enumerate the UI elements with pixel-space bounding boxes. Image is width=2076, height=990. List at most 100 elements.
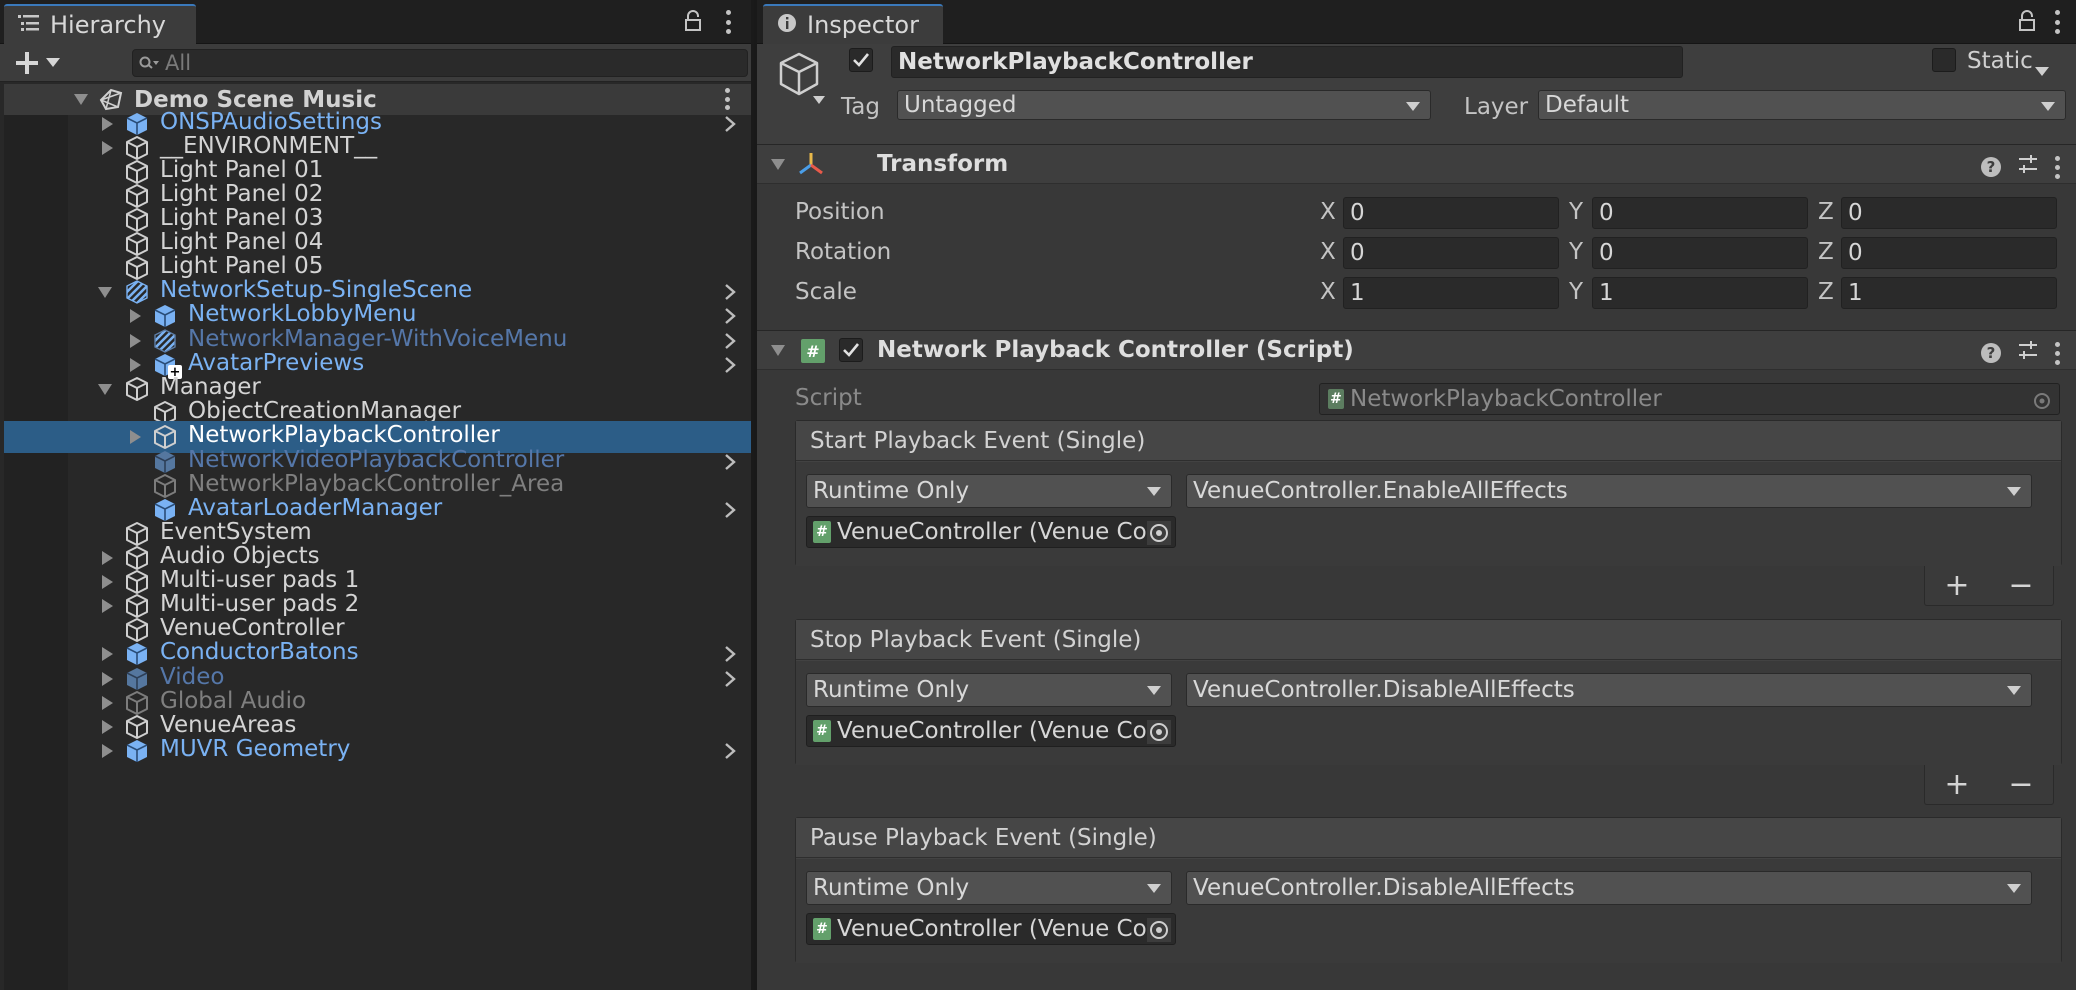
active-checkbox[interactable]: [849, 48, 873, 72]
expand-arrow-icon[interactable]: [102, 599, 113, 613]
create-button[interactable]: [14, 48, 70, 78]
target-object-field[interactable]: # VenueController (Venue Co: [806, 715, 1176, 747]
target-object-field[interactable]: # VenueController (Venue Co: [806, 913, 1176, 945]
chevron-right-icon[interactable]: [723, 452, 741, 472]
transform-z-field[interactable]: 1: [1841, 277, 2057, 309]
expand-arrow-icon[interactable]: [102, 551, 113, 565]
function-dropdown[interactable]: VenueController.DisableAllEffects: [1186, 673, 2032, 707]
layer-dropdown[interactable]: Default: [1538, 90, 2066, 120]
expand-arrow-icon[interactable]: [130, 430, 141, 444]
presets-icon[interactable]: [2017, 339, 2039, 367]
expand-arrow-icon[interactable]: [102, 672, 113, 686]
add-remove-listener-controls: + −: [1924, 765, 2054, 805]
axis-label[interactable]: Y: [1569, 239, 1583, 265]
search-input[interactable]: [165, 51, 705, 75]
help-icon[interactable]: ?: [1981, 343, 2001, 363]
chevron-right-icon[interactable]: [723, 669, 741, 689]
axis-label[interactable]: Y: [1569, 279, 1583, 305]
add-listener-button[interactable]: +: [1944, 568, 1969, 603]
transform-y-field[interactable]: 0: [1592, 237, 1808, 269]
hierarchy-search[interactable]: [132, 49, 748, 77]
function-dropdown[interactable]: VenueController.EnableAllEffects: [1186, 474, 2032, 508]
scene-menu-icon[interactable]: [725, 88, 733, 110]
axis-label[interactable]: Z: [1818, 199, 1834, 225]
axis-label[interactable]: Z: [1818, 279, 1834, 305]
runtime-mode-dropdown[interactable]: Runtime Only: [806, 871, 1172, 905]
chevron-right-icon[interactable]: [723, 114, 741, 134]
foldout-arrow-icon[interactable]: [771, 345, 785, 356]
object-picker-icon[interactable]: [1147, 720, 1171, 744]
presets-icon[interactable]: [2017, 153, 2039, 181]
hierarchy-menu-icon[interactable]: [724, 10, 732, 34]
transform-y-field[interactable]: 0: [1592, 197, 1808, 229]
expand-arrow-icon[interactable]: [102, 117, 113, 131]
expand-arrow-icon[interactable]: [130, 309, 141, 323]
component-menu-icon[interactable]: [2055, 155, 2060, 179]
expand-arrow-icon[interactable]: [74, 94, 88, 105]
chevron-right-icon[interactable]: [723, 500, 741, 520]
inspector-panel: Inspector NetworkPlaybackController Stat…: [757, 0, 2076, 990]
axis-label[interactable]: X: [1320, 279, 1336, 305]
chevron-right-icon[interactable]: [723, 282, 741, 302]
expand-arrow-icon[interactable]: [130, 358, 141, 372]
chevron-right-icon[interactable]: [723, 741, 741, 761]
transform-x-field[interactable]: 0: [1343, 197, 1559, 229]
collapse-arrow-icon[interactable]: [98, 384, 112, 395]
chevron-right-icon[interactable]: [723, 331, 741, 351]
script-enabled-checkbox[interactable]: [839, 338, 863, 362]
axis-label[interactable]: Z: [1818, 239, 1834, 265]
expand-arrow-icon[interactable]: [102, 744, 113, 758]
help-icon[interactable]: ?: [1981, 157, 2001, 177]
checkmark-icon: [843, 343, 860, 357]
runtime-mode-dropdown[interactable]: Runtime Only: [806, 474, 1172, 508]
function-dropdown[interactable]: VenueController.DisableAllEffects: [1186, 871, 2032, 905]
expand-arrow-icon[interactable]: [102, 720, 113, 734]
axis-label[interactable]: X: [1320, 239, 1336, 265]
expand-arrow-icon[interactable]: [102, 575, 113, 589]
transform-row-label: Position: [795, 199, 885, 225]
chevron-right-icon[interactable]: [723, 355, 741, 375]
transform-header[interactable]: Transform ?: [757, 144, 2076, 184]
object-picker-icon[interactable]: [1147, 521, 1171, 545]
static-dropdown-caret-icon[interactable]: [2035, 56, 2049, 82]
hierarchy-item[interactable]: MUVR Geometry: [4, 735, 751, 767]
static-checkbox[interactable]: [1932, 48, 1956, 72]
lock-icon[interactable]: [684, 10, 702, 32]
search-icon: [139, 56, 159, 69]
transform-z-field[interactable]: 0: [1841, 237, 2057, 269]
target-object-field[interactable]: # VenueController (Venue Co: [806, 516, 1176, 548]
axis-label[interactable]: X: [1320, 199, 1336, 225]
inspector-menu-icon[interactable]: [2053, 10, 2061, 34]
target-object-value: VenueController (Venue Co: [837, 718, 1147, 744]
unity-event-block: Pause Playback Event (Single) Runtime On…: [795, 817, 2062, 963]
hierarchy-toolbar: [0, 44, 751, 82]
object-name-field[interactable]: NetworkPlaybackController: [891, 46, 1683, 78]
runtime-mode-dropdown[interactable]: Runtime Only: [806, 673, 1172, 707]
remove-listener-button[interactable]: −: [2008, 568, 2033, 603]
axis-label[interactable]: Y: [1569, 199, 1583, 225]
object-picker-icon[interactable]: [1147, 918, 1171, 942]
unity-event-block: Stop Playback Event (Single) Runtime Onl…: [795, 619, 2062, 765]
transform-y-field[interactable]: 1: [1592, 277, 1808, 309]
event-listener: Runtime Only VenueController.DisableAllE…: [796, 859, 2061, 963]
add-listener-button[interactable]: +: [1944, 767, 1969, 802]
icon-dropdown-caret-icon[interactable]: [813, 84, 825, 110]
expand-arrow-icon[interactable]: [130, 334, 141, 348]
script-component-header[interactable]: # Network Playback Controller (Script) ?: [757, 330, 2076, 370]
chevron-right-icon[interactable]: [723, 306, 741, 326]
tab-hierarchy[interactable]: Hierarchy: [4, 4, 196, 44]
inspector-lock-icon[interactable]: [2018, 10, 2036, 32]
chevron-right-icon[interactable]: [723, 644, 741, 664]
component-menu-icon[interactable]: [2055, 341, 2060, 365]
collapse-arrow-icon[interactable]: [98, 287, 112, 298]
expand-arrow-icon[interactable]: [102, 696, 113, 710]
foldout-arrow-icon[interactable]: [771, 159, 785, 170]
expand-arrow-icon[interactable]: [102, 647, 113, 661]
transform-z-field[interactable]: 0: [1841, 197, 2057, 229]
tab-inspector[interactable]: Inspector: [763, 4, 943, 44]
transform-x-field[interactable]: 0: [1343, 237, 1559, 269]
expand-arrow-icon[interactable]: [102, 141, 113, 155]
transform-x-field[interactable]: 1: [1343, 277, 1559, 309]
remove-listener-button[interactable]: −: [2008, 767, 2033, 802]
tag-dropdown[interactable]: Untagged: [897, 90, 1431, 120]
